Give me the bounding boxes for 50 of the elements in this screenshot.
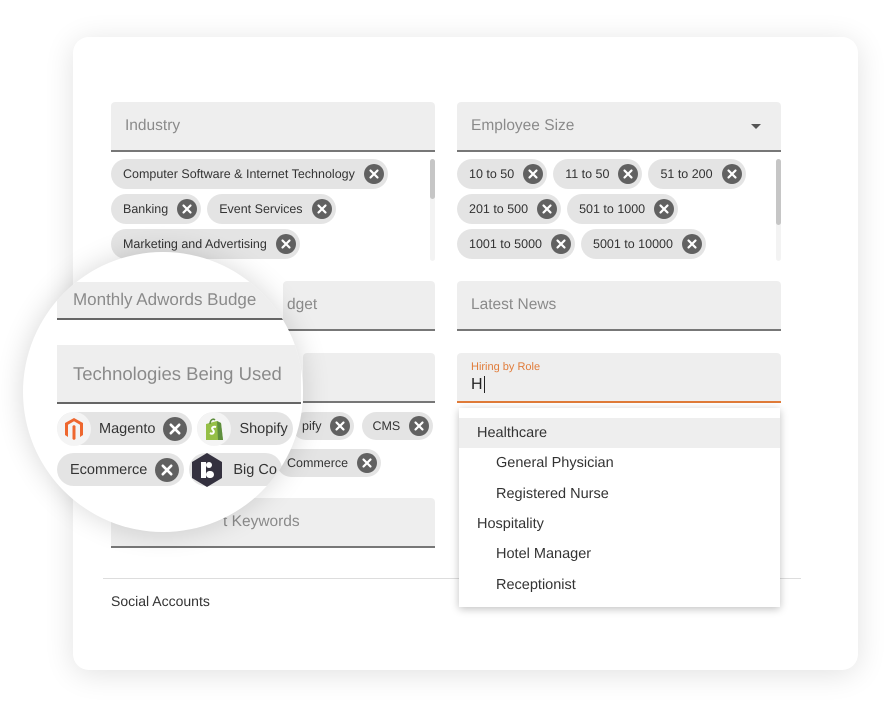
chip-label: 11 to 50 <box>565 167 610 181</box>
chip-label: 501 to 1000 <box>579 202 646 216</box>
remove-icon[interactable] <box>364 164 384 184</box>
scrollbar[interactable] <box>430 159 435 261</box>
remove-icon[interactable] <box>654 199 674 219</box>
chip-label: 10 to 50 <box>469 167 514 181</box>
scrollbar[interactable] <box>776 159 781 261</box>
chip-label: pify <box>302 419 322 433</box>
remove-icon[interactable] <box>682 234 702 254</box>
menu-item[interactable]: Receptionist <box>459 569 780 600</box>
chip-label: Ecommerce <box>70 462 148 478</box>
menu-item[interactable]: General Physician <box>459 448 780 479</box>
chip-label: Event Services <box>219 202 303 216</box>
remove-icon[interactable] <box>312 199 332 219</box>
menu-item[interactable]: Hotel Manager <box>459 539 780 570</box>
chip-label: Marketing and Advertising <box>123 237 267 251</box>
hiring-field[interactable]: Hiring by Role H <box>457 353 781 403</box>
field-label: Hiring by Role <box>471 360 540 372</box>
hexagon-logo-icon <box>57 412 91 446</box>
caret-icon <box>751 124 761 128</box>
remove-icon[interactable] <box>523 164 544 184</box>
chip-label: Banking <box>123 202 168 216</box>
chip-label: Big Co <box>233 462 277 478</box>
remove-icon[interactable] <box>357 453 378 473</box>
remove-icon[interactable] <box>618 164 638 184</box>
chip-label: Computer Software & Internet Technology <box>123 167 355 181</box>
remove-icon[interactable] <box>155 458 180 482</box>
remove-icon[interactable] <box>722 164 742 184</box>
section-title: Social Accounts <box>111 593 211 609</box>
menu-item[interactable]: Registered Nurse <box>459 478 780 509</box>
remove-icon[interactable] <box>177 199 198 219</box>
remove-icon[interactable] <box>537 199 558 219</box>
remove-icon[interactable] <box>330 416 350 436</box>
chip-label: Shopify <box>239 420 288 436</box>
remove-icon[interactable] <box>276 234 296 254</box>
chip-label: Magento <box>99 420 156 436</box>
shopping-bag-icon <box>197 412 232 446</box>
chip-label: CMS <box>372 419 400 433</box>
chip-label: 5001 to 10000 <box>593 237 673 251</box>
remove-icon[interactable] <box>409 416 430 436</box>
technologies-field[interactable] <box>303 353 435 403</box>
remove-icon[interactable] <box>551 234 571 254</box>
menu-item[interactable]: Healthcare <box>459 418 780 448</box>
chip-label: 51 to 200 <box>660 167 713 181</box>
field-value: H <box>471 376 485 394</box>
remove-icon[interactable] <box>163 416 188 440</box>
chip-label: Commerce <box>287 456 348 470</box>
chip-label: 1001 to 5000 <box>469 237 542 251</box>
menu-item[interactable]: Hospitality <box>459 508 780 540</box>
chip-label: 201 to 500 <box>469 202 528 216</box>
